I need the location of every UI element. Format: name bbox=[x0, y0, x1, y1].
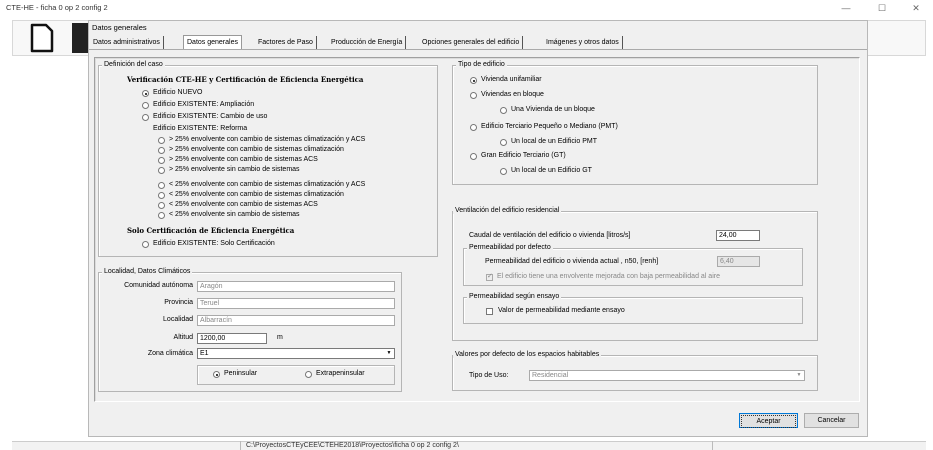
peninsular-label: Peninsular bbox=[224, 370, 258, 377]
zona-label: Zona climática bbox=[147, 350, 193, 357]
reforma-label: Edificio EXISTENTE: Reforma bbox=[153, 125, 248, 132]
una-vivienda-label: Una Vivienda de un bloque bbox=[511, 106, 595, 113]
reforma-gt-label: > 25% envolvente sin cambio de sistemas bbox=[169, 166, 300, 173]
tab-datos-generales[interactable]: Datos generales bbox=[183, 35, 242, 50]
tipo-edificio-legend: Tipo de edificio bbox=[456, 61, 507, 68]
status-divider bbox=[240, 441, 241, 450]
status-bar bbox=[12, 441, 926, 450]
tab-imagenes[interactable]: Imágenes y otros datos bbox=[543, 36, 623, 49]
altitud-unit: m bbox=[277, 334, 283, 341]
espacios-legend: Valores por defecto de los espacios habi… bbox=[453, 351, 602, 358]
permeabilidad-defecto-legend: Permeabilidad por defecto bbox=[467, 244, 553, 251]
envolvente-mejorada-checkbox[interactable] bbox=[486, 272, 493, 281]
reforma-gt-label: > 25% envolvente con cambio de sistemas … bbox=[169, 136, 366, 143]
extrapeninsular-radio[interactable] bbox=[305, 371, 312, 378]
provincia-field[interactable]: Teruel bbox=[197, 298, 395, 309]
tab-produccion-energia[interactable]: Producción de Energía bbox=[328, 36, 407, 49]
tab-opciones-generales[interactable]: Opciones generales del edificio bbox=[419, 36, 524, 49]
extrapeninsular-label: Extrapeninsular bbox=[316, 370, 365, 377]
status-divider bbox=[712, 441, 713, 450]
reforma-gt-label: > 25% envolvente con cambio de sistemas … bbox=[169, 146, 344, 153]
tipo-uso-label: Tipo de Uso: bbox=[469, 372, 509, 379]
una-vivienda-radio[interactable] bbox=[500, 107, 507, 114]
reforma-gt-radio[interactable] bbox=[158, 167, 165, 174]
ensayo-label: Valor de permeabilidad mediante ensayo bbox=[498, 307, 625, 314]
tipo-uso-value: Residencial bbox=[532, 372, 569, 379]
reforma-lt-radio[interactable] bbox=[158, 182, 165, 189]
reforma-gt-label: > 25% envolvente con cambio de sistemas … bbox=[169, 156, 318, 163]
terciario-pmt-label: Edificio Terciario Pequeño o Mediano (PM… bbox=[481, 123, 618, 130]
ensayo-checkbox[interactable] bbox=[486, 308, 493, 315]
permeabilidad-defecto-group bbox=[463, 248, 803, 286]
bloque-label: Viviendas en bloque bbox=[481, 91, 544, 98]
definicion-caso-legend: Definición del caso bbox=[102, 61, 165, 68]
local-pmt-radio[interactable] bbox=[500, 139, 507, 146]
comunidad-label: Comunidad autónoma bbox=[124, 282, 193, 289]
gran-terciario-radio[interactable] bbox=[470, 153, 477, 160]
reforma-lt-radio[interactable] bbox=[158, 212, 165, 219]
reforma-lt-label: < 25% envolvente sin cambio de sistemas bbox=[169, 211, 300, 218]
solo-certificacion-heading: Solo Certificación de Eficiencia Energét… bbox=[127, 226, 295, 235]
reforma-lt-radio[interactable] bbox=[158, 192, 165, 199]
solo-certificacion-label: Edificio EXISTENTE: Solo Certificación bbox=[153, 240, 275, 247]
aceptar-label: Aceptar bbox=[741, 415, 796, 428]
chevron-down-icon[interactable]: ▼ bbox=[794, 371, 804, 380]
localidad-legend: Localidad, Datos Climáticos bbox=[102, 268, 193, 275]
unifamiliar-label: Vivienda unifamiliar bbox=[481, 76, 542, 83]
ampliacion-label: Edificio EXISTENTE: Ampliación bbox=[153, 101, 255, 108]
reforma-gt-radio[interactable] bbox=[158, 157, 165, 164]
provincia-label: Provincia bbox=[164, 299, 193, 306]
reforma-lt-label: < 25% envolvente con cambio de sistemas … bbox=[169, 181, 366, 188]
ampliacion-radio[interactable] bbox=[142, 102, 149, 109]
altitud-field[interactable]: 1200,00 bbox=[197, 333, 267, 344]
reforma-lt-label: < 25% envolvente con cambio de sistemas … bbox=[169, 191, 344, 198]
peninsular-radio[interactable] bbox=[213, 371, 220, 378]
zona-select[interactable]: E1 ▼ bbox=[197, 348, 395, 359]
verificacion-heading: Verificación CTE-HE y Certificación de E… bbox=[127, 75, 364, 84]
caudal-label: Caudal de ventilación del edificio o viv… bbox=[469, 232, 631, 239]
caudal-field[interactable]: 24,00 bbox=[716, 230, 760, 241]
dialog-title: Datos generales bbox=[92, 23, 147, 32]
reforma-lt-label: < 25% envolvente con cambio de sistemas … bbox=[169, 201, 318, 208]
comunidad-field[interactable]: Aragón bbox=[197, 281, 395, 292]
maximize-button[interactable]: ☐ bbox=[872, 2, 892, 14]
solo-certificacion-radio[interactable] bbox=[142, 241, 149, 248]
permeabilidad-field[interactable]: 6,40 bbox=[717, 256, 760, 267]
local-pmt-label: Un local de un Edificio PMT bbox=[511, 138, 597, 145]
permeabilidad-label: Permeabilidad del edificio o vivienda ac… bbox=[485, 258, 659, 265]
gran-terciario-label: Gran Edificio Terciario (GT) bbox=[481, 152, 566, 159]
terciario-pmt-radio[interactable] bbox=[470, 124, 477, 131]
local-gt-label: Un local de un Edificio GT bbox=[511, 167, 592, 174]
tab-datos-administrativos[interactable]: Datos administrativos bbox=[90, 36, 164, 49]
bloque-radio[interactable] bbox=[470, 92, 477, 99]
edificio-nuevo-radio[interactable] bbox=[142, 90, 149, 97]
edificio-nuevo-label: Edificio NUEVO bbox=[153, 89, 203, 96]
tab-factores-de-paso[interactable]: Factores de Paso bbox=[255, 36, 317, 49]
tipo-uso-select[interactable]: Residencial ▼ bbox=[529, 370, 805, 381]
reforma-gt-radio[interactable] bbox=[158, 147, 165, 154]
permeabilidad-ensayo-legend: Permeabilidad según ensayo bbox=[467, 293, 562, 300]
cambio-uso-label: Edificio EXISTENTE: Cambio de uso bbox=[153, 113, 268, 120]
reforma-lt-radio[interactable] bbox=[158, 202, 165, 209]
status-path: C:\ProyectosCTEyCEE\CTEHE2018\Proyectos\… bbox=[246, 442, 459, 449]
app-title: CTE-HE - ficha 0 op 2 config 2 bbox=[6, 3, 108, 12]
ventilacion-legend: Ventilación del edificio residencial bbox=[453, 207, 562, 214]
minimize-button[interactable]: — bbox=[836, 2, 856, 14]
zona-value: E1 bbox=[200, 350, 209, 357]
aceptar-button[interactable]: Aceptar bbox=[739, 413, 798, 428]
localidad-label: Localidad bbox=[163, 316, 193, 323]
local-gt-radio[interactable] bbox=[500, 168, 507, 175]
cambio-uso-radio[interactable] bbox=[142, 114, 149, 121]
reforma-gt-radio[interactable] bbox=[158, 137, 165, 144]
localidad-field[interactable]: Albarracín bbox=[197, 315, 395, 326]
altitud-label: Altitud bbox=[173, 334, 193, 341]
cancelar-button[interactable]: Cancelar bbox=[804, 413, 859, 428]
envolvente-mejorada-label: El edificio tiene una envolvente mejorad… bbox=[497, 273, 720, 280]
chevron-down-icon[interactable]: ▼ bbox=[384, 349, 394, 358]
close-button[interactable]: ✕ bbox=[906, 2, 926, 14]
new-document-icon[interactable] bbox=[20, 23, 60, 53]
unifamiliar-radio[interactable] bbox=[470, 77, 477, 84]
